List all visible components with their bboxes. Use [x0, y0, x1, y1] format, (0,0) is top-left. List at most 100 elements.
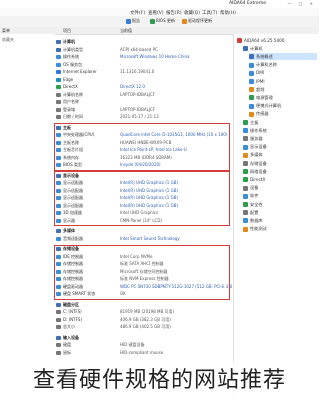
- item-icon: [56, 236, 61, 241]
- navigation-tree: AIDA64 v6.25.5400 计算机 系统概述 计算机名称 DMI IPMI 超频 电源…: [233, 34, 320, 400]
- item-label: 用户名称: [63, 99, 79, 104]
- tree-item[interactable]: 显示设备: [243, 144, 317, 151]
- tree-item-icon: [243, 185, 248, 191]
- tree-item-icon: [249, 103, 254, 109]
- table-row[interactable]: 音频适配器 Intel Smart Sound Technology: [0, 236, 233, 242]
- table-row[interactable]: 用户名称: [0, 99, 233, 105]
- tree-item-label: 便携式计算机: [256, 103, 282, 109]
- tree-item-icon: [243, 210, 248, 216]
- tree-item-icon: [243, 218, 248, 224]
- tree-item-label: 存储设备: [250, 160, 267, 166]
- tree-item-icon: [249, 111, 254, 117]
- table-row[interactable]: 登录域 LAPTOP-IDBALJCF: [0, 107, 233, 113]
- item-value[interactable]: Microsoft Windows 10 Home China: [120, 54, 189, 59]
- tree-item-icon: [249, 87, 254, 93]
- item-icon: [56, 85, 61, 89]
- tree-item-label: 性能测试: [250, 226, 267, 232]
- tree-item[interactable]: 超频: [249, 86, 317, 93]
- tree-item-icon: [243, 152, 248, 158]
- item-label: 登录域: [63, 106, 75, 112]
- menu-item[interactable]: 报告(R): [166, 10, 182, 16]
- tree-item[interactable]: 系统概述: [249, 53, 317, 61]
- menu-bar: 文件(F) 查看(V) 报告(R) 收藏(O) 工具(T) 帮助(H): [0, 8, 319, 16]
- tree-item[interactable]: 网络设备: [243, 168, 317, 175]
- section-header: 输入设备: [0, 335, 233, 341]
- item-icon: [56, 115, 61, 119]
- tree-item[interactable]: 计算机: [243, 45, 317, 52]
- table-row[interactable]: 鼠标 HID-compliant mouse: [0, 350, 233, 356]
- tree-item[interactable]: 软件: [243, 193, 317, 200]
- toolbar-icon: [182, 18, 187, 24]
- section-icon: [56, 40, 61, 44]
- tree-item-label: 电源管理: [256, 94, 273, 100]
- tree-item[interactable]: 多媒体: [243, 152, 317, 159]
- section-label: 计算机: [63, 39, 75, 44]
- toolbar-icon: [150, 18, 155, 24]
- item-icon: [56, 92, 61, 97]
- table-row[interactable]: 计算机名称 LAPTOP-IDBALJCF: [0, 92, 233, 98]
- tree-item-label: 网络设备: [250, 168, 267, 174]
- tree-item[interactable]: 主板: [243, 119, 317, 126]
- tree-item[interactable]: 安全性: [243, 201, 317, 208]
- tree-item-icon: [243, 193, 248, 199]
- tree-item[interactable]: 存储设备: [243, 160, 317, 167]
- item-value: 486.9 GB (402.5 GB 可用): [120, 324, 171, 329]
- menu-item[interactable]: 工具(T): [202, 10, 217, 16]
- tree-item-label: 显示设备: [250, 144, 267, 150]
- window-title: AIDA64 Extreme: [229, 1, 266, 6]
- table-row[interactable]: DirectX DirectX 12.0: [0, 84, 233, 90]
- tree-item-label: 服务器: [250, 135, 263, 141]
- menu-item[interactable]: 帮助(H): [220, 10, 236, 16]
- menu-item[interactable]: 查看(V): [148, 10, 164, 16]
- caption-overlay: 查看硬件规格的网站推荐: [0, 362, 319, 400]
- tree-item-label: 主板: [250, 119, 259, 125]
- table-row[interactable]: 总大小 486.9 GB (402.5 GB 可用): [0, 324, 233, 330]
- table-row[interactable]: 键盘 HID 键盘设备: [0, 342, 233, 348]
- table-row[interactable]: OS 服务包 -: [0, 62, 233, 68]
- tree-item[interactable]: DirectX: [243, 176, 317, 183]
- tree-item[interactable]: 传感器: [249, 111, 317, 118]
- item-label: 计算机类型: [63, 46, 83, 52]
- tree-item[interactable]: 数据库: [243, 217, 317, 224]
- tree-item[interactable]: 操作系统: [243, 127, 317, 134]
- menu-item[interactable]: 文件(F): [130, 10, 145, 16]
- table-row[interactable]: 计算机类型 ACPI x64-based PC: [0, 47, 233, 53]
- tree-item[interactable]: 电源管理: [249, 94, 317, 101]
- window-controls[interactable]: — □ ×: [287, 1, 316, 6]
- tree-item-icon: [243, 46, 248, 52]
- toolbar-button[interactable]: BIOS 更新: [150, 18, 175, 24]
- tree-item[interactable]: DMI: [249, 70, 317, 77]
- table-row[interactable]: Edge: [0, 77, 233, 83]
- toolbar-button[interactable]: 驱动程序更新: [182, 18, 212, 24]
- toolbar-button[interactable]: 报告: [126, 18, 140, 24]
- highlight-box: [54, 171, 230, 226]
- tree-item[interactable]: 便携式计算机: [249, 103, 317, 110]
- tree-item[interactable]: 服务器: [243, 135, 317, 142]
- table-row[interactable]: D: (NTFS) 406.9 GB (382.3 GB 可用): [0, 317, 233, 323]
- section-header: 多媒体: [0, 228, 233, 234]
- table-row[interactable]: 操作系统 Microsoft Windows 10 Home China: [0, 54, 233, 60]
- item-icon: [56, 310, 61, 314]
- tree-item[interactable]: 配置: [243, 209, 317, 216]
- tree-item[interactable]: 性能测试: [243, 226, 317, 233]
- item-icon: [56, 107, 61, 112]
- item-value: 406.9 GB (382.3 GB 可用): [120, 316, 171, 322]
- tree-item[interactable]: 计算机名称: [249, 62, 317, 69]
- table-row[interactable]: 日期 / 时间 2021-05-17 / 21:13: [0, 114, 233, 120]
- item-value[interactable]: DirectX 12.0: [120, 84, 145, 89]
- menu-item[interactable]: 收藏(O): [184, 10, 200, 16]
- table-row[interactable]: Internet Explorer 11.1316.19041.0: [0, 69, 233, 75]
- section-icon: [56, 302, 61, 307]
- tree-item[interactable]: IPMI: [249, 78, 317, 85]
- item-icon: [56, 317, 61, 322]
- tree-item[interactable]: AIDA64 v6.25.5400: [237, 37, 317, 44]
- tree-item-label: 多媒体: [250, 152, 263, 158]
- tree-item[interactable]: 设备: [243, 185, 317, 192]
- item-value: 11.1316.19041.0: [120, 69, 155, 74]
- tree-item-label: 软件: [250, 193, 259, 199]
- item-value[interactable]: Intel Smart Sound Technology: [120, 236, 180, 241]
- highlight-box: [54, 123, 230, 171]
- table-row[interactable]: C: (NTFS) 81919 MB (20198 MB 可用): [0, 309, 233, 315]
- item-label: 操作系统: [63, 54, 79, 59]
- tree-item-icon: [249, 79, 254, 84]
